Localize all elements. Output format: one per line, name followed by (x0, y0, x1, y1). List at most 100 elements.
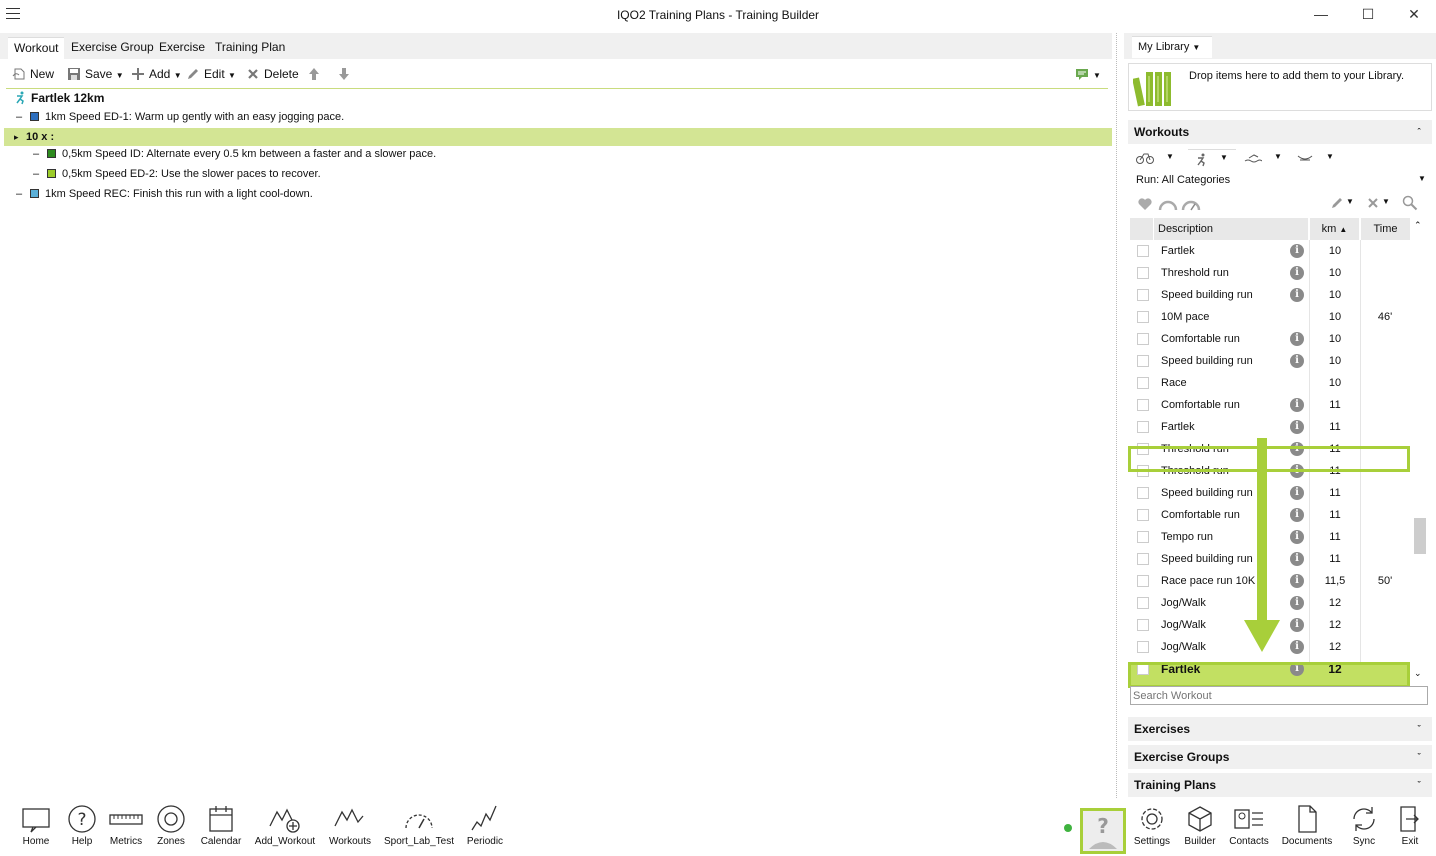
row-checkbox[interactable] (1137, 355, 1149, 367)
move-up-button[interactable] (307, 66, 325, 82)
bike-dropdown-icon[interactable]: ▼ (1166, 152, 1174, 161)
save-dropdown-icon[interactable]: ▼ (116, 71, 124, 80)
scroll-thumb[interactable] (1414, 518, 1426, 554)
km-column-header[interactable]: km ▲ (1310, 218, 1360, 240)
info-icon[interactable]: i (1290, 596, 1304, 610)
tree-step[interactable]: – 1km Speed REC: Finish this run with a l… (16, 185, 1124, 203)
calendar-button[interactable]: Calendar (198, 804, 244, 854)
row-checkbox[interactable] (1137, 333, 1149, 345)
tab-workout[interactable]: Workout (8, 37, 65, 59)
builder-button[interactable]: Builder (1180, 804, 1220, 854)
table-row[interactable]: Fartlek i 11 (1130, 416, 1414, 438)
row-checkbox[interactable] (1137, 311, 1149, 323)
time-column-header[interactable]: Time (1361, 218, 1411, 240)
info-icon[interactable]: i (1290, 640, 1304, 654)
periodic-button[interactable]: Periodic (462, 804, 508, 854)
row-checkbox[interactable] (1137, 553, 1149, 565)
tab-exercise[interactable]: Exercise (153, 37, 211, 59)
info-icon[interactable]: i (1290, 508, 1304, 522)
table-row[interactable]: Race 10 (1130, 372, 1414, 394)
heart-rate-icon[interactable] (1136, 196, 1154, 212)
scroll-down-icon[interactable]: ⌄ (1414, 668, 1422, 679)
expand-icon[interactable]: ˇ (1412, 750, 1426, 764)
delete-row-dropdown-icon[interactable]: ▼ (1382, 197, 1390, 206)
info-icon[interactable]: i (1290, 398, 1304, 412)
tree-step[interactable]: – 1km Speed ED-1: Warm up gently with an … (16, 108, 1124, 126)
row-checkbox[interactable] (1137, 487, 1149, 499)
table-row[interactable]: Threshold run i 10 (1130, 262, 1414, 284)
description-column-header[interactable]: Description (1154, 218, 1309, 240)
sync-button[interactable]: Sync (1344, 804, 1384, 854)
search-icon[interactable] (1402, 195, 1418, 211)
table-scrollbar[interactable]: ⌃ ⌄ (1412, 220, 1426, 684)
minimize-button[interactable]: — (1306, 4, 1336, 24)
tree-step[interactable]: – 0,5km Speed ID: Alternate every 0.5 km … (33, 145, 1141, 163)
workouts-button[interactable]: Workouts (326, 804, 374, 854)
delete-button[interactable]: Delete (246, 66, 299, 82)
row-checkbox[interactable] (1137, 575, 1149, 587)
speed-gauge-icon[interactable] (1158, 196, 1178, 212)
row-checkbox[interactable] (1137, 289, 1149, 301)
table-row[interactable]: Comfortable run i 11 (1130, 504, 1414, 526)
info-icon[interactable]: i (1290, 574, 1304, 588)
new-button[interactable]: New (12, 66, 54, 82)
swim-dropdown-icon[interactable]: ▼ (1274, 152, 1282, 161)
tab-training-plan[interactable]: Training Plan (209, 37, 291, 59)
delete-row-icon[interactable] (1366, 196, 1380, 210)
expand-triangle-icon[interactable]: ▸ (4, 128, 26, 146)
library-dropdown-icon[interactable]: ▼ (1192, 43, 1200, 52)
move-down-button[interactable] (337, 66, 355, 82)
exercise-groups-section-header[interactable]: Exercise Groups ˇ (1128, 745, 1432, 769)
tab-exercise-group[interactable]: Exercise Group (65, 37, 160, 59)
workout-title-row[interactable]: Fartlek 12km (14, 89, 1122, 107)
home-button[interactable]: Home (16, 804, 56, 854)
info-icon[interactable]: i (1290, 618, 1304, 632)
info-icon[interactable]: i (1290, 530, 1304, 544)
table-row[interactable]: Speed building run i 11 (1130, 548, 1414, 570)
bike-filter[interactable]: ▼ (1136, 151, 1180, 169)
info-icon[interactable]: i (1290, 266, 1304, 280)
table-row[interactable]: Jog/Walk i 12 (1130, 592, 1414, 614)
collapse-icon[interactable]: ˆ (1412, 125, 1426, 139)
row-checkbox[interactable] (1137, 531, 1149, 543)
info-icon[interactable]: i (1290, 420, 1304, 434)
sport-lab-test-button[interactable]: Sport_Lab_Test (382, 804, 456, 854)
table-row[interactable]: Fartlek i 10 (1130, 240, 1414, 262)
table-row[interactable]: Speed building run i 11 (1130, 482, 1414, 504)
tree-repeat-group[interactable]: ▸ 10 x : (4, 128, 1112, 146)
comment-dropdown-icon[interactable]: ▼ (1093, 71, 1101, 80)
info-icon[interactable]: i (1290, 332, 1304, 346)
library-drop-zone[interactable]: Drop items here to add them to your Libr… (1128, 63, 1432, 111)
row-checkbox[interactable] (1137, 267, 1149, 279)
search-workout-input[interactable] (1130, 686, 1428, 705)
edit-dropdown-icon[interactable]: ▼ (228, 71, 236, 80)
add-button[interactable]: Add ▼ (131, 66, 182, 82)
other-dropdown-icon[interactable]: ▼ (1326, 152, 1334, 161)
row-checkbox[interactable] (1137, 377, 1149, 389)
scroll-up-icon[interactable]: ⌃ (1414, 220, 1422, 231)
info-icon[interactable]: i (1290, 552, 1304, 566)
table-row[interactable]: Comfortable run i 10 (1130, 328, 1414, 350)
table-row[interactable]: Tempo run i 11 (1130, 526, 1414, 548)
documents-button[interactable]: Documents (1278, 804, 1336, 854)
table-row[interactable]: Comfortable run i 11 (1130, 394, 1414, 416)
row-checkbox[interactable] (1137, 509, 1149, 521)
category-select[interactable]: Run: All Categories (1136, 174, 1230, 186)
pane-splitter[interactable] (1116, 33, 1117, 798)
add-workout-button[interactable]: Add_Workout (250, 804, 320, 854)
close-button[interactable]: ✕ (1399, 4, 1429, 24)
exit-button[interactable]: Exit (1392, 804, 1428, 854)
swim-filter[interactable]: ▼ (1244, 151, 1288, 169)
row-checkbox[interactable] (1137, 597, 1149, 609)
save-button[interactable]: Save ▼ (67, 66, 124, 82)
row-checkbox[interactable] (1137, 245, 1149, 257)
table-row[interactable]: Race pace run 10K i 11,5 50' (1130, 570, 1414, 592)
row-checkbox[interactable] (1137, 399, 1149, 411)
settings-button[interactable]: Settings (1132, 804, 1172, 854)
workouts-section-header[interactable]: Workouts ˆ (1128, 120, 1432, 144)
tree-step[interactable]: – 0,5km Speed ED-2: Use the slower paces … (33, 165, 1141, 183)
metrics-button[interactable]: Metrics (104, 804, 148, 854)
table-row[interactable]: Speed building run i 10 (1130, 284, 1414, 306)
user-help-button[interactable]: ? (1080, 808, 1126, 854)
category-dropdown-icon[interactable]: ▼ (1418, 174, 1426, 183)
